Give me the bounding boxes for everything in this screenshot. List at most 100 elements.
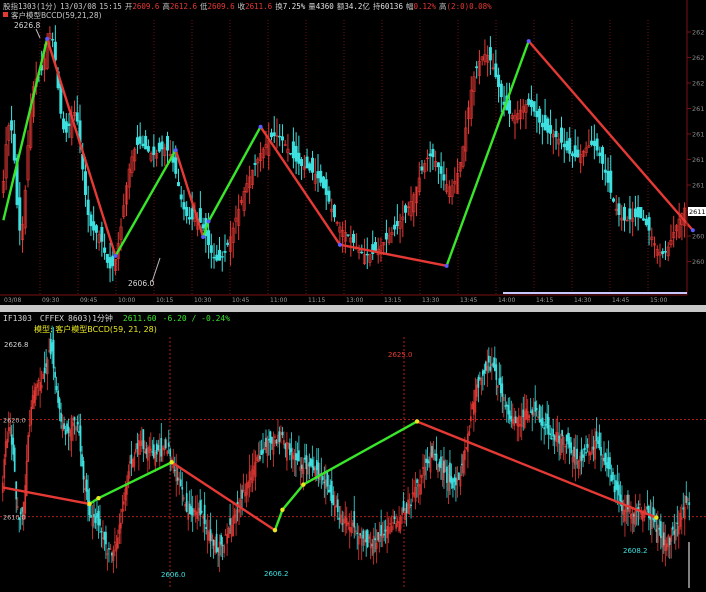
bottom-candle-body [461, 463, 463, 466]
bottom-candle-body [271, 436, 273, 444]
top-low-annotation: 2606.0 [128, 279, 154, 288]
top-candle-body [442, 174, 446, 181]
top-candle-body [384, 232, 388, 240]
bottom-candle-body [108, 548, 110, 550]
top-candle-body [428, 153, 432, 157]
bottom-candle-body [514, 416, 517, 424]
bottom-candle-body [603, 457, 605, 462]
bottom-candle-body [482, 370, 484, 376]
bottom-zigzag-pivot [301, 482, 306, 487]
bottom-candle-body [374, 538, 377, 541]
bottom-candle-body [326, 472, 329, 487]
bottom-candle-body [410, 504, 412, 507]
bottom-candle-body [489, 366, 492, 371]
top-candle-body [529, 99, 533, 108]
top-candle-body [86, 199, 90, 215]
top-x-tick: 11:00 [270, 297, 287, 304]
bottom-candle-body [438, 461, 441, 468]
bottom-candle-body [561, 430, 563, 437]
bottom-candle-body [85, 479, 88, 492]
bottom-candle-body [181, 487, 184, 490]
bottom-candle-body [332, 495, 335, 505]
top-x-tick: 03/08 [4, 297, 21, 304]
bottom-candle-body [428, 461, 430, 464]
top-candle-body [663, 251, 667, 253]
bottom-candle-body [97, 510, 100, 526]
bottom-candle-body [164, 439, 167, 449]
bottom-zigzag-pivot [280, 507, 285, 513]
top-candle-body [436, 162, 440, 168]
bottom-candle-body [259, 455, 261, 460]
top-y-tick-label: 261 [692, 182, 704, 190]
bottom-chart-svg[interactable]: IF1303 CFFEX 8603)1分钟 2611.60 -6.20 / -0.24%… [0, 312, 706, 588]
top-candle-body [606, 171, 610, 183]
top-candle-body [190, 208, 194, 220]
top-candle-body [92, 221, 96, 231]
bottom-candle-body [592, 446, 595, 450]
top-candle-body [601, 147, 605, 164]
bottom-candle-body [662, 532, 665, 546]
bottom-candle-body [296, 453, 299, 461]
top-candle-body [176, 182, 180, 187]
bottom-candle-body [304, 457, 306, 460]
top-model-label: 客户模型BCCD(59,21,28) [11, 10, 102, 20]
bottom-candle-body [111, 552, 113, 556]
top-header: 股指1303(1分) 13/03/08 15:15 开2609.6 高2612.6 低26… [3, 1, 492, 11]
top-zigzag-pivot [337, 242, 342, 247]
top-candles [1, 25, 687, 283]
bottom-candle-body [453, 477, 456, 482]
top-candle-body [365, 253, 369, 256]
model-legend-swatch [3, 12, 8, 17]
top-candle-body [253, 163, 257, 165]
bottom-zigzag-pivot [169, 460, 174, 465]
bottom-candle-body [93, 514, 95, 517]
top-zigzag-segment [114, 149, 177, 257]
bottom-candle-body [341, 523, 344, 525]
bottom-candle-body [583, 447, 586, 450]
bottom-candle-body [682, 507, 685, 510]
bottom-candle-body [609, 457, 611, 470]
bottom-candle-body [501, 383, 504, 397]
top-candle-body [207, 230, 211, 246]
bottom-candle-body [384, 529, 387, 532]
top-zigzag-pivot [206, 219, 211, 224]
bottom-candle-body [13, 447, 16, 472]
top-candle-body [10, 120, 14, 131]
top-candle-body [321, 176, 325, 189]
bottom-candle-body [260, 450, 263, 455]
bottom-candle-body [493, 357, 496, 371]
top-candle-body [75, 112, 79, 122]
top-y-tick-label: 262 [692, 80, 704, 88]
bottom-candle-body [673, 530, 676, 535]
top-candle-body [64, 121, 68, 133]
top-candle-body [595, 138, 599, 151]
bottom-candle-body [305, 455, 308, 470]
top-candle-body [439, 166, 443, 174]
top-candle-body [294, 145, 298, 162]
top-candle-body [141, 143, 145, 147]
bottom-candle-body [224, 534, 227, 536]
top-candle-body [278, 135, 282, 138]
top-chart-svg[interactable]: 股指1303(1分) 13/03/08 15:15 开2609.6 高2612.6 低26… [0, 0, 706, 305]
bottom-candle-body [99, 519, 101, 526]
top-candle-body [51, 39, 55, 41]
top-candle-body [527, 98, 531, 105]
bottom-candle-body [484, 361, 487, 371]
top-candle-body [565, 140, 569, 151]
bottom-candle-body [595, 431, 598, 442]
bottom-candle-body [498, 378, 501, 385]
bottom-candle-body [359, 533, 362, 536]
top-zigzag-segment [339, 243, 447, 268]
top-candle-body [291, 141, 295, 159]
bottom-candle-body [538, 405, 541, 423]
bottom-candle-body [275, 439, 278, 444]
top-candle-body [346, 234, 350, 236]
top-x-tick: 14:00 [498, 297, 515, 304]
bottom-candle-body [215, 533, 218, 552]
bottom-candle-body [416, 479, 418, 484]
top-candle-body [182, 202, 186, 210]
top-candle-body [67, 123, 71, 126]
top-candle-body [540, 122, 544, 128]
top-x-tick: 14:45 [612, 297, 629, 304]
bottom-candle-body [151, 451, 154, 453]
